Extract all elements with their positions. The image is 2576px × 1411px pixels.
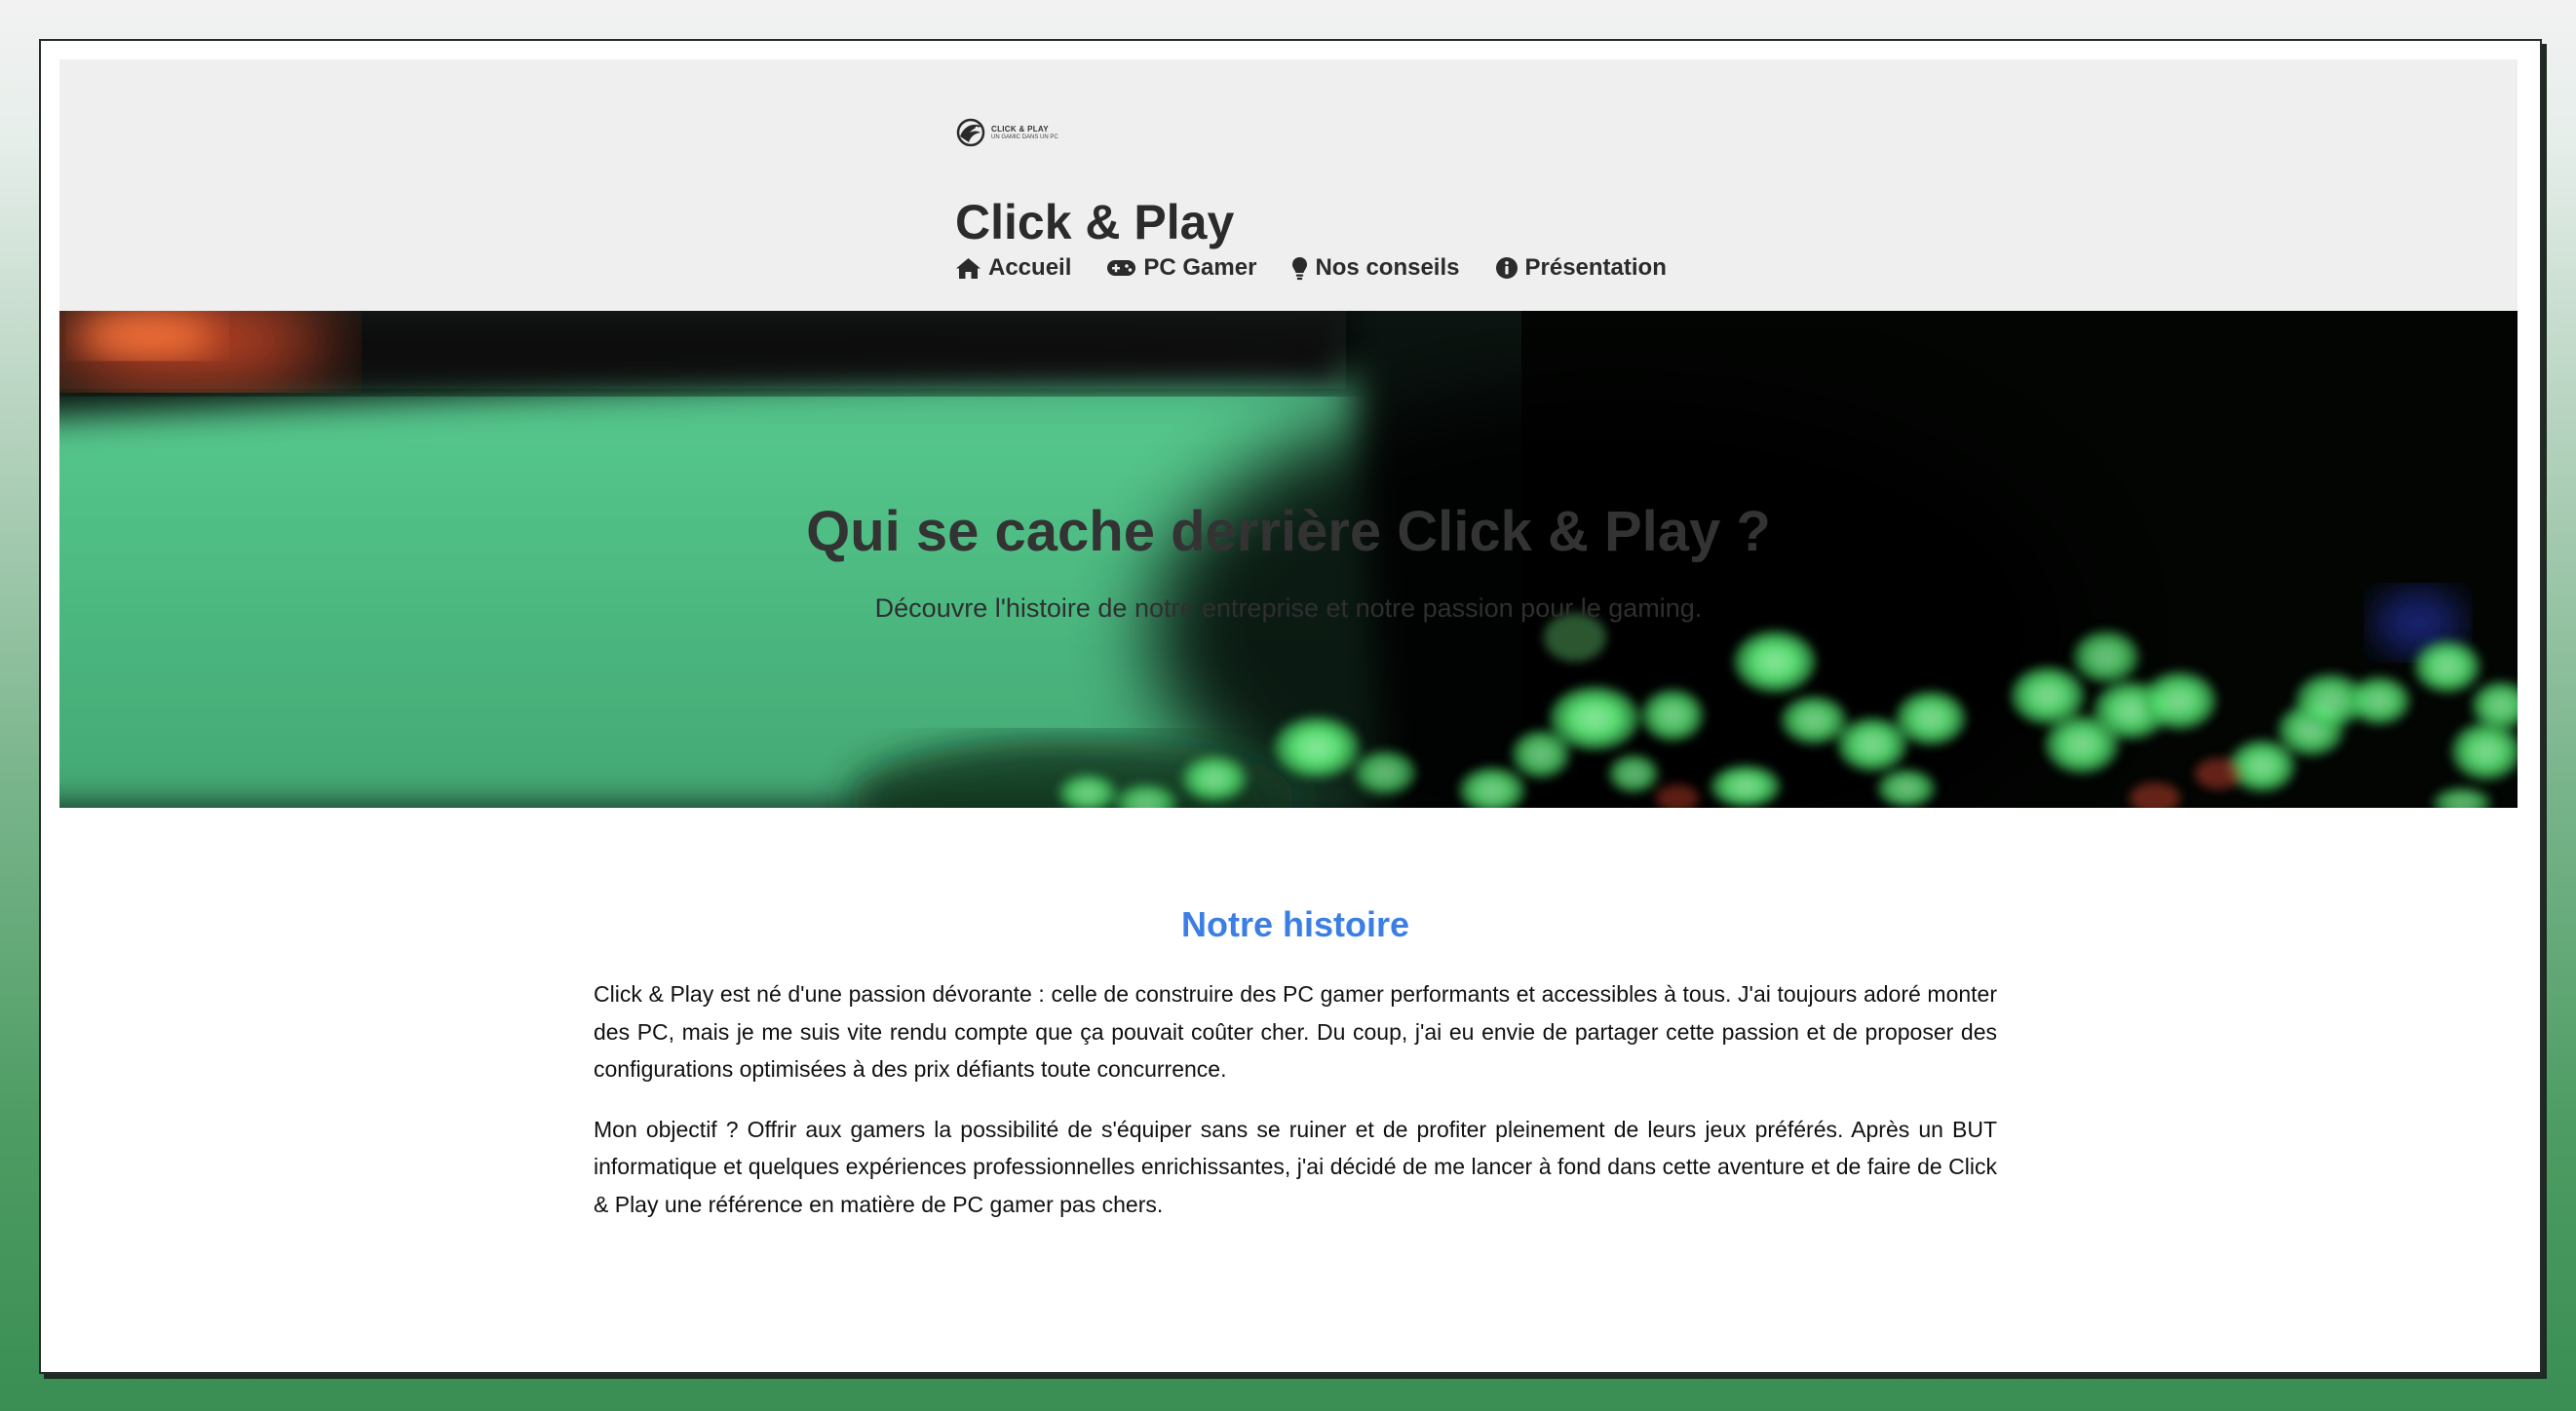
info-circle-icon (1495, 257, 1518, 279)
site-title: Click & Play (955, 195, 1235, 249)
eagle-logo-icon (956, 118, 985, 147)
gamepad-icon (1107, 260, 1136, 276)
lightbulb-icon (1292, 256, 1308, 280)
nav-item-label: Présentation (1524, 254, 1667, 281)
nav-item-pc-gamer[interactable]: PC Gamer (1106, 254, 1256, 282)
page: CLICK & PLAY UN GAMIC DANS UN PC Click &… (59, 59, 2518, 1353)
nav-item-label: PC Gamer (1143, 254, 1257, 281)
logo-wordmark: CLICK & PLAY UN GAMIC DANS UN PC (991, 124, 1058, 140)
hero-text: Qui se cache derrière Click & Play ? Déc… (59, 311, 2518, 808)
nav-item-label: Nos conseils (1315, 254, 1460, 281)
nav-item-nos-conseils[interactable]: Nos conseils (1291, 254, 1460, 282)
nav-item-label: Accueil (988, 254, 1072, 281)
nav-item-presentation[interactable]: Présentation (1495, 254, 1667, 282)
story-paragraph: Mon objectif ? Offrir aux gamers la poss… (594, 1116, 1997, 1217)
logo-tagline: UN GAMIC DANS UN PC (991, 133, 1058, 140)
section-title: Notre histoire (1180, 904, 1410, 944)
hero-banner: Qui se cache derrière Click & Play ? Déc… (59, 311, 2518, 808)
story-paragraph: Click & Play est né d'une passion dévora… (594, 981, 1997, 1082)
site-header: CLICK & PLAY UN GAMIC DANS UN PC Click &… (59, 59, 2518, 311)
main-nav: Accueil PC Gamer Nos conseils Présentati… (955, 254, 1667, 282)
hero-title: Qui se cache derrière Click & Play ? (806, 500, 1771, 563)
home-icon (956, 257, 980, 279)
site-logo[interactable]: CLICK & PLAY UN GAMIC DANS UN PC (956, 118, 1058, 147)
browser-frame: CLICK & PLAY UN GAMIC DANS UN PC Click &… (39, 39, 2542, 1374)
nav-item-accueil[interactable]: Accueil (955, 254, 1071, 282)
main-content: Notre histoire Click & Play est né d'une… (594, 907, 1997, 1245)
logo-name: CLICK & PLAY (991, 124, 1049, 133)
hero-subtitle: Découvre l'histoire de notre entreprise … (874, 593, 1703, 623)
